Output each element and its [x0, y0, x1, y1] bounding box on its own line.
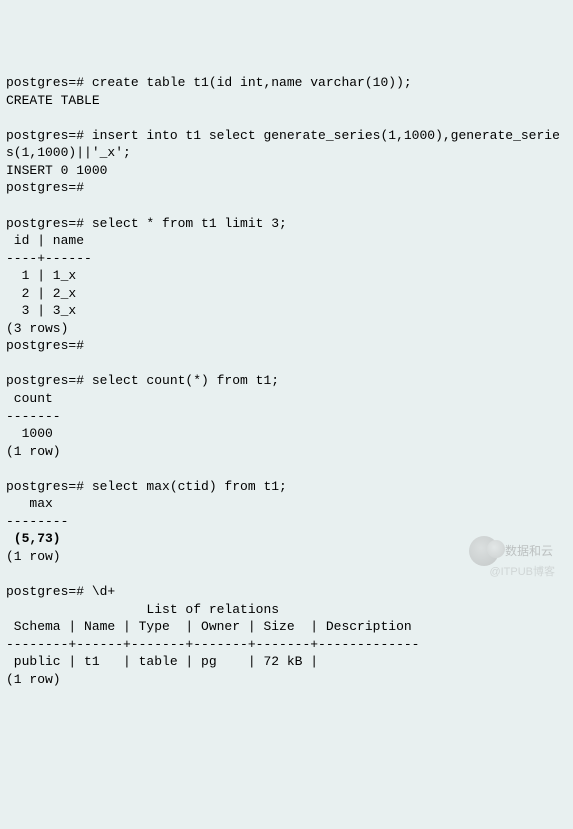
terminal-line: 1 | 1_x	[6, 267, 567, 285]
watermark-secondary: @ITPUB博客	[489, 565, 555, 580]
terminal-line	[6, 197, 567, 215]
terminal-line: postgres=# select * from t1 limit 3;	[6, 215, 567, 233]
terminal-line: public | t1 | table | pg | 72 kB |	[6, 653, 567, 671]
terminal-line: s(1,1000)||'_x';	[6, 144, 567, 162]
terminal-line: postgres=# insert into t1 select generat…	[6, 127, 567, 145]
terminal-line: 2 | 2_x	[6, 285, 567, 303]
terminal-line: (3 rows)	[6, 320, 567, 338]
terminal-line: -------	[6, 408, 567, 426]
terminal-line: --------	[6, 513, 567, 531]
watermark-logo: 数据和云	[469, 536, 553, 566]
terminal-line	[6, 355, 567, 373]
terminal-line: postgres=# select count(*) from t1;	[6, 372, 567, 390]
terminal-line	[6, 566, 567, 584]
terminal-line: Schema | Name | Type | Owner | Size | De…	[6, 618, 567, 636]
watermark-icon	[469, 536, 499, 566]
terminal-line: 3 | 3_x	[6, 302, 567, 320]
terminal-line: id | name	[6, 232, 567, 250]
watermark-text: 数据和云	[505, 543, 553, 559]
terminal-line: --------+------+-------+-------+-------+…	[6, 636, 567, 654]
terminal-line: ----+------	[6, 250, 567, 268]
terminal-line: CREATE TABLE	[6, 92, 567, 110]
terminal-line: max	[6, 495, 567, 513]
terminal-line: postgres=#	[6, 337, 567, 355]
terminal-line: List of relations	[6, 601, 567, 619]
terminal-line: 1000	[6, 425, 567, 443]
terminal-line: postgres=#	[6, 179, 567, 197]
terminal-line: postgres=# \d+	[6, 583, 567, 601]
terminal-line: (1 row)	[6, 671, 567, 689]
terminal-line: postgres=# select max(ctid) from t1;	[6, 478, 567, 496]
terminal-output: postgres=# create table t1(id int,name v…	[6, 74, 567, 688]
terminal-line: count	[6, 390, 567, 408]
terminal-line	[6, 109, 567, 127]
terminal-line	[6, 460, 567, 478]
terminal-line: INSERT 0 1000	[6, 162, 567, 180]
terminal-line: (1 row)	[6, 443, 567, 461]
terminal-line: postgres=# create table t1(id int,name v…	[6, 74, 567, 92]
